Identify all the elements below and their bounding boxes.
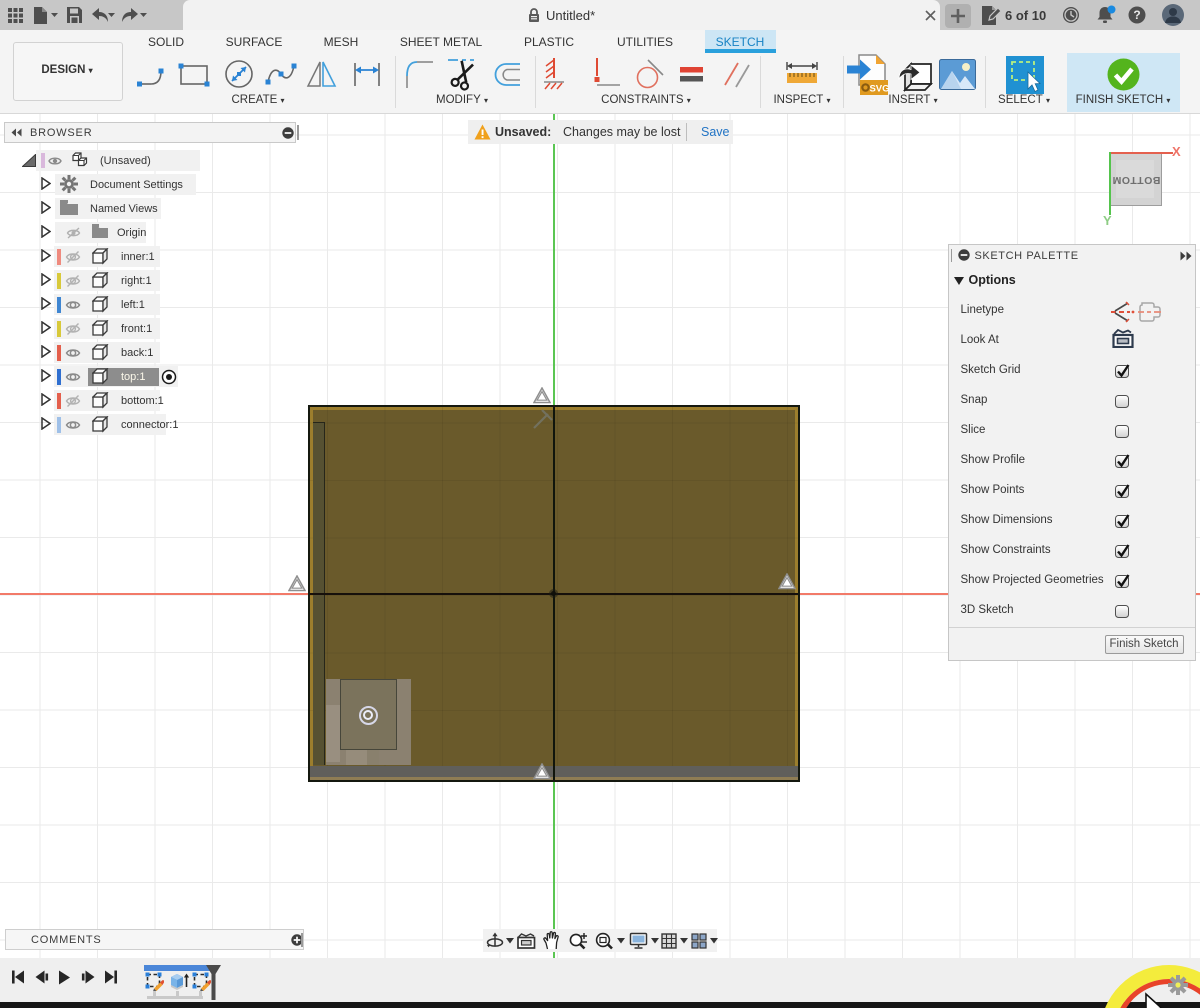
svg-text:?: ? [1133,8,1140,22]
svg-text:SVG: SVG [869,84,889,95]
